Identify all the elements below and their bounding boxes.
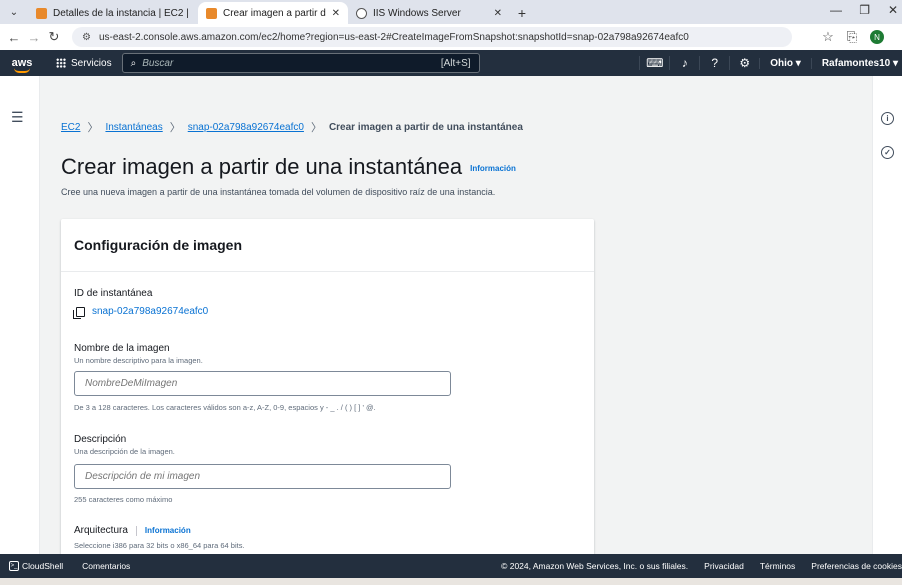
search-shortcut: [Alt+S] — [440, 57, 471, 69]
help-icon[interactable]: ? — [699, 56, 729, 70]
breadcrumb-snapshots[interactable]: Instantáneas — [105, 122, 162, 133]
aws-top-nav: aws Servicios ⌕ Buscar [Alt+S] ⌨ ♪ ? ⚙ O… — [0, 50, 902, 76]
info-link[interactable]: Información — [470, 164, 516, 173]
restore-icon[interactable]: ❐ — [859, 3, 870, 17]
chevron-right-icon: 〉 — [169, 122, 181, 134]
browser-tab-instance-details[interactable]: Detalles de la instancia | EC2 | u — [28, 2, 198, 24]
cloudshell-icon[interactable]: ⌨ — [639, 56, 669, 70]
minimize-icon[interactable]: — — [830, 3, 842, 17]
chevron-right-icon: 〉 — [87, 122, 99, 134]
snapshot-id-link[interactable]: snap-02a798a92674eafc0 — [73, 306, 209, 319]
services-label: Servicios — [71, 57, 112, 69]
profile-avatar[interactable]: N — [870, 30, 884, 44]
aws-favicon-icon — [36, 7, 47, 19]
card-header: Configuración de imagen — [61, 219, 594, 272]
cloudshell-label: CloudShell — [22, 561, 64, 571]
page-title: Crear imagen a partir de una instantánea… — [61, 154, 516, 180]
comments-link[interactable]: Comentarios — [82, 561, 130, 571]
image-config-card: Configuración de imagen ID de instantáne… — [61, 219, 594, 559]
snapshot-id-label: ID de instantánea — [74, 288, 153, 299]
breadcrumb-ec2[interactable]: EC2 — [61, 122, 80, 133]
architecture-label-row: Arquitectura Información — [74, 525, 191, 536]
image-name-label: Nombre de la imagen — [74, 343, 170, 354]
gear-icon[interactable]: ⚙ — [729, 56, 759, 70]
image-name-input[interactable] — [74, 371, 451, 396]
image-name-constraints: De 3 a 128 caracteres. Los caracteres vá… — [74, 403, 376, 412]
tab-search-chevron-icon[interactable]: ⌄ — [0, 0, 28, 24]
info-icon[interactable]: i — [881, 112, 894, 125]
bell-icon[interactable]: ♪ — [669, 56, 699, 70]
close-window-icon[interactable]: ✕ — [888, 3, 898, 17]
address-bar: ← → ↻ ⚙ us-east-2.console.aws.amazon.com… — [0, 24, 902, 50]
url-text: us-east-2.console.aws.amazon.com/ec2/hom… — [98, 31, 689, 43]
search-input[interactable]: ⌕ Buscar [Alt+S] — [121, 53, 480, 73]
architecture-description: Seleccione i386 para 32 bits o x86_64 pa… — [74, 541, 245, 550]
divider — [135, 525, 137, 536]
search-placeholder: Buscar — [142, 57, 174, 69]
back-arrow-icon[interactable]: ← — [4, 30, 24, 45]
description-constraints: 255 caracteres como máximo — [74, 495, 173, 504]
bookmark-star-icon[interactable]: ☆ — [816, 29, 840, 45]
privacy-link[interactable]: Privacidad — [704, 561, 744, 571]
page-title-text: Crear imagen a partir de una instantánea — [61, 154, 463, 179]
tab-title: Crear imagen a partir de una in — [223, 7, 326, 19]
chevron-right-icon: 〉 — [310, 122, 322, 134]
services-menu-button[interactable]: Servicios — [56, 58, 112, 69]
description-help: Una descripción de la imagen. — [74, 447, 175, 456]
breadcrumb-current: Crear imagen a partir de una instantánea — [328, 121, 523, 133]
close-tab-icon[interactable]: ✕ — [494, 8, 502, 19]
url-field[interactable]: ⚙ us-east-2.console.aws.amazon.com/ec2/h… — [72, 27, 792, 47]
architecture-label: Arquitectura — [74, 525, 128, 536]
aws-logo[interactable]: aws — [0, 57, 44, 73]
extensions-icon[interactable]: ⎘ — [840, 29, 864, 45]
new-tab-plus-icon[interactable]: + — [510, 2, 534, 24]
aws-favicon-icon — [206, 7, 217, 19]
reload-icon[interactable]: ↻ — [44, 29, 64, 45]
taskbar-strip — [0, 578, 902, 585]
search-icon: ⌕ — [130, 57, 137, 69]
browser-tab-iis[interactable]: IIS Windows Server ✕ — [348, 2, 510, 24]
main-content: EC2 〉 Instantáneas 〉 snap-02a798a92674ea… — [41, 76, 872, 559]
site-settings-icon[interactable]: ⚙ — [82, 32, 91, 43]
page-description: Cree una nueva imagen a partir de una in… — [61, 187, 496, 197]
console-footer: >_ CloudShell Comentarios © 2024, Amazon… — [0, 554, 902, 578]
account-menu[interactable]: Rafamontes10 ▾ — [810, 57, 902, 69]
tab-title: Detalles de la instancia | EC2 | u — [53, 7, 190, 19]
browser-tab-strip: ⌄ Detalles de la instancia | EC2 | u Cre… — [0, 0, 902, 24]
forward-arrow-icon[interactable]: → — [24, 30, 44, 45]
region-selector[interactable]: Ohio ▾ — [759, 57, 811, 69]
cloudshell-button[interactable]: >_ CloudShell — [9, 561, 63, 571]
side-nav-rail — [0, 76, 40, 554]
description-input[interactable] — [74, 464, 451, 489]
cookie-preferences-link[interactable]: Preferencias de cookies — [811, 561, 902, 571]
grid-icon — [56, 58, 66, 68]
copyright-text: © 2024, Amazon Web Services, Inc. o sus … — [501, 561, 689, 571]
architecture-info-link[interactable]: Información — [145, 526, 191, 535]
tools-rail: i ✓ — [872, 76, 902, 554]
copy-icon[interactable] — [73, 306, 85, 319]
breadcrumb-snapshot-id[interactable]: snap-02a798a92674eafc0 — [188, 122, 304, 133]
snapshot-id-value: snap-02a798a92674eafc0 — [92, 306, 209, 317]
tab-title: IIS Windows Server — [373, 7, 461, 19]
terms-link[interactable]: Términos — [760, 561, 795, 571]
terminal-icon: >_ — [9, 561, 19, 571]
description-label: Descripción — [74, 434, 127, 445]
close-tab-icon[interactable]: ✕ — [332, 8, 340, 19]
hamburger-menu-icon[interactable]: ☰ — [11, 109, 24, 126]
browser-tab-create-image[interactable]: Crear imagen a partir de una in ✕ — [198, 2, 348, 24]
image-name-description: Un nombre descriptivo para la imagen. — [74, 356, 203, 365]
globe-icon — [356, 7, 367, 19]
breadcrumb: EC2 〉 Instantáneas 〉 snap-02a798a92674ea… — [61, 119, 523, 135]
feedback-icon[interactable]: ✓ — [881, 146, 894, 159]
